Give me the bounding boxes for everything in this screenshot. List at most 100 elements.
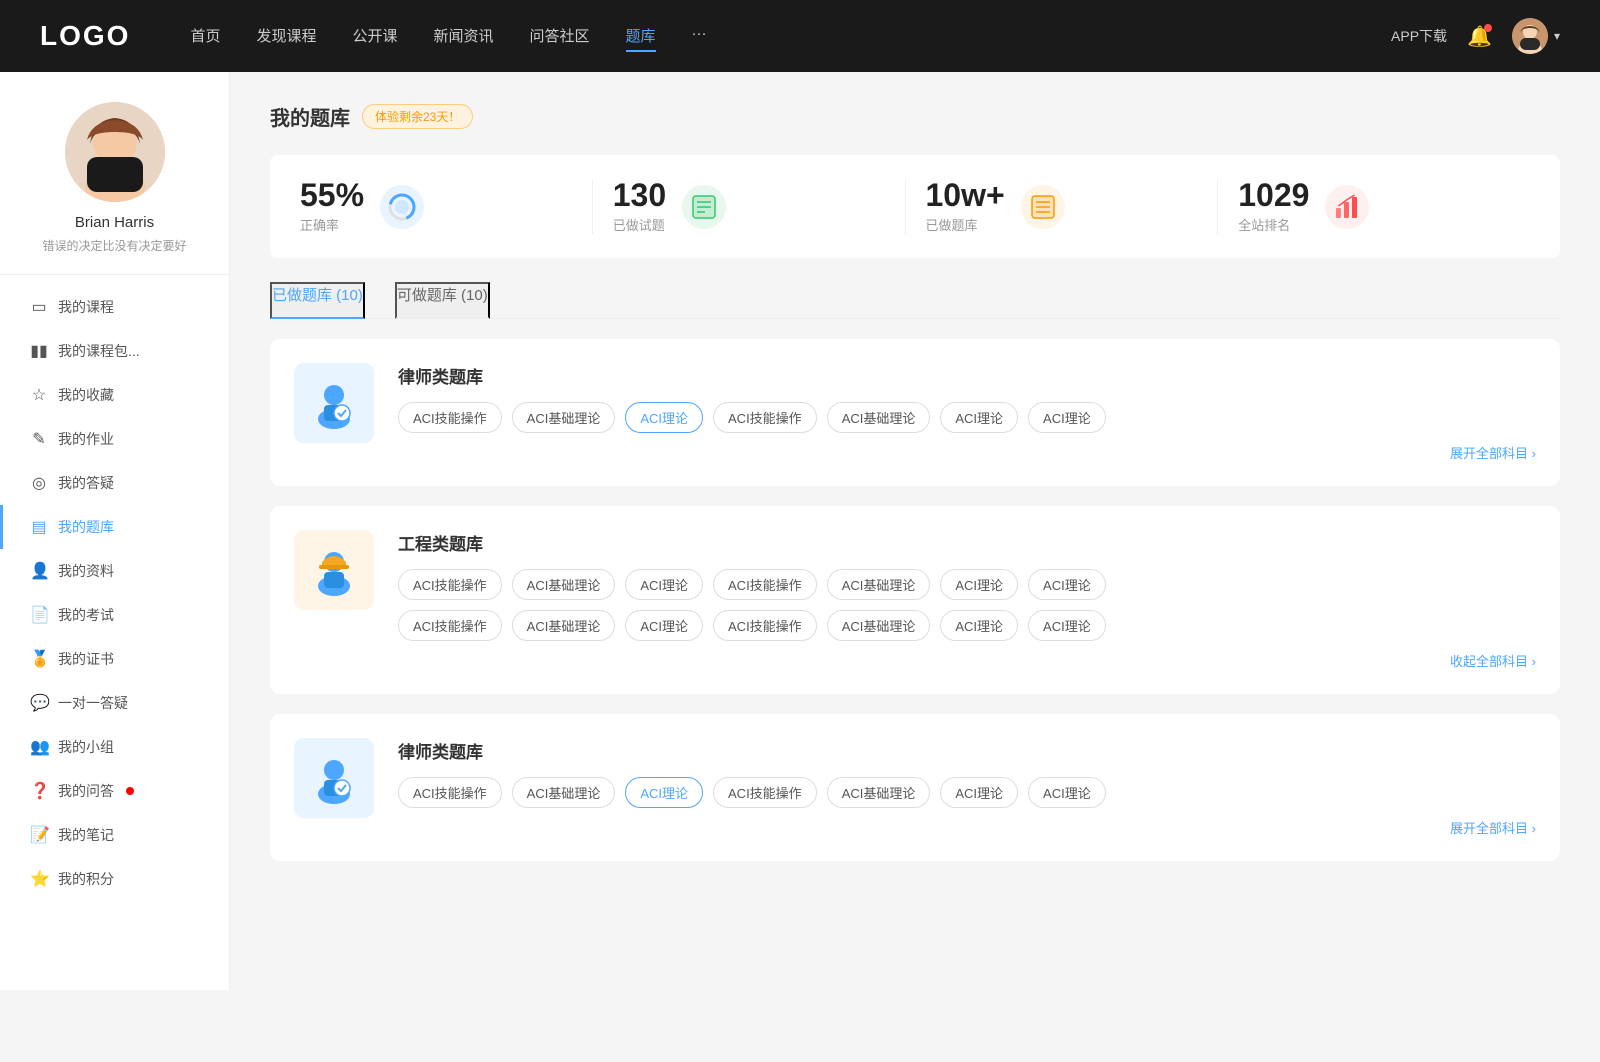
bank-icon-lawyer-2	[294, 738, 374, 818]
bank-icon: ▤	[30, 517, 48, 537]
sidebar-item-label: 我的作业	[58, 429, 114, 449]
tag-item-highlighted[interactable]: ACI理论	[625, 402, 703, 433]
bar-chart-icon: ▮▮	[30, 341, 48, 361]
sidebar-item-label: 我的资料	[58, 561, 114, 581]
nav-news[interactable]: 新闻资讯	[434, 21, 494, 52]
logo: LOGO	[40, 20, 130, 52]
tag-item[interactable]: ACI理论	[625, 610, 703, 641]
tag-item[interactable]: ACI理论	[940, 610, 1018, 641]
tag-item[interactable]: ACI技能操作	[713, 569, 817, 600]
expand-link-3[interactable]: 展开全部科目 ›	[398, 818, 1536, 837]
sidebar-item-label: 我的答疑	[58, 473, 114, 493]
tag-item[interactable]: ACI技能操作	[398, 569, 502, 600]
group-icon: 👥	[30, 737, 48, 757]
tag-item[interactable]: ACI理论	[940, 777, 1018, 808]
tag-item[interactable]: ACI基础理论	[512, 610, 616, 641]
bank-card-engineer: 工程类题库 ACI技能操作 ACI基础理论 ACI理论 ACI技能操作 ACI基…	[270, 506, 1560, 694]
notification-bell[interactable]: 🔔	[1467, 24, 1492, 49]
main-content: 我的题库 体验剩余23天！ 55% 正确率	[230, 72, 1600, 990]
lawyer-bank-body-2: 律师类题库 ACI技能操作 ACI基础理论 ACI理论 ACI技能操作 ACI基…	[398, 738, 1536, 837]
stat-done-questions: 130 已做试题	[593, 179, 906, 234]
accuracy-icon	[380, 185, 424, 229]
tag-item[interactable]: ACI理论	[1028, 610, 1106, 641]
tag-item[interactable]: ACI技能操作	[398, 402, 502, 433]
certificate-icon: 🏅	[30, 649, 48, 669]
nav-more[interactable]: ···	[692, 21, 707, 52]
tag-item[interactable]: ACI基础理论	[512, 569, 616, 600]
lawyer-tags-row: ACI技能操作 ACI基础理论 ACI理论 ACI技能操作 ACI基础理论 AC…	[398, 402, 1536, 433]
sidebar-item-points[interactable]: ⭐ 我的积分	[0, 857, 229, 901]
profile-avatar	[65, 102, 165, 202]
sidebar-item-group[interactable]: 👥 我的小组	[0, 725, 229, 769]
sidebar-item-label: 我的考试	[58, 605, 114, 625]
sidebar-item-homework[interactable]: ✎ 我的作业	[0, 417, 229, 461]
sidebar-item-label: 我的收藏	[58, 385, 114, 405]
stat-ranking-value: 1029	[1238, 179, 1309, 211]
tabs-row: 已做题库 (10) 可做题库 (10)	[270, 282, 1560, 319]
user-avatar-menu[interactable]: ▾	[1512, 18, 1560, 54]
tag-item[interactable]: ACI基础理论	[827, 402, 931, 433]
sidebar-item-question-bank[interactable]: ▤ 我的题库	[0, 505, 229, 549]
nav-discover[interactable]: 发现课程	[256, 21, 316, 52]
bank-icon-lawyer	[294, 363, 374, 443]
bank-card-lawyer-1: 律师类题库 ACI技能操作 ACI基础理论 ACI理论 ACI技能操作 ACI基…	[270, 339, 1560, 486]
question-icon: ❓	[30, 781, 48, 801]
expand-link-2[interactable]: 收起全部科目 ›	[398, 651, 1536, 670]
expand-link-1[interactable]: 展开全部科目 ›	[398, 443, 1536, 462]
sidebar-item-my-qa[interactable]: ❓ 我的问答	[0, 769, 229, 813]
tag-item[interactable]: ACI基础理论	[512, 777, 616, 808]
sidebar-item-course-pack[interactable]: ▮▮ 我的课程包...	[0, 329, 229, 373]
tag-item[interactable]: ACI技能操作	[398, 777, 502, 808]
profile-name: Brian Harris	[75, 214, 154, 231]
tag-item[interactable]: ACI技能操作	[713, 402, 817, 433]
tag-item[interactable]: ACI技能操作	[713, 777, 817, 808]
sidebar-item-notes[interactable]: 📝 我的笔记	[0, 813, 229, 857]
question-circle-icon: ◎	[30, 473, 48, 493]
nav-qa[interactable]: 问答社区	[530, 21, 590, 52]
chevron-down-icon: ▾	[1554, 29, 1560, 43]
tag-item[interactable]: ACI基础理论	[827, 569, 931, 600]
tag-item[interactable]: ACI理论	[1028, 402, 1106, 433]
nav-open-course[interactable]: 公开课	[352, 21, 397, 52]
page-header: 我的题库 体验剩余23天！	[270, 102, 1560, 131]
sidebar-item-label: 我的问答	[58, 781, 114, 801]
sidebar-item-favorites[interactable]: ☆ 我的收藏	[0, 373, 229, 417]
tab-done-banks[interactable]: 已做题库 (10)	[270, 282, 365, 319]
banks-icon	[1021, 185, 1065, 229]
sidebar-menu: ▭ 我的课程 ▮▮ 我的课程包... ☆ 我的收藏 ✎ 我的作业 ◎ 我的答疑 …	[0, 285, 229, 901]
tag-item[interactable]: ACI技能操作	[398, 610, 502, 641]
chat-icon: 💬	[30, 693, 48, 713]
sidebar-item-profile[interactable]: 👤 我的资料	[0, 549, 229, 593]
nav-home[interactable]: 首页	[190, 21, 220, 52]
tag-item[interactable]: ACI理论	[1028, 777, 1106, 808]
tag-item[interactable]: ACI基础理论	[827, 777, 931, 808]
page-wrap: Brian Harris 错误的决定比没有决定要好 ▭ 我的课程 ▮▮ 我的课程…	[0, 72, 1600, 990]
sidebar-item-one-on-one[interactable]: 💬 一对一答疑	[0, 681, 229, 725]
sidebar-item-qa[interactable]: ◎ 我的答疑	[0, 461, 229, 505]
stat-done-banks: 10w+ 已做题库	[906, 179, 1219, 234]
tag-item[interactable]: ACI理论	[1028, 569, 1106, 600]
app-download-link[interactable]: APP下载	[1391, 26, 1447, 46]
sidebar-item-certificate[interactable]: 🏅 我的证书	[0, 637, 229, 681]
stat-ranking: 1029 全站排名	[1218, 179, 1530, 234]
bank-card-lawyer-2: 律师类题库 ACI技能操作 ACI基础理论 ACI理论 ACI技能操作 ACI基…	[270, 714, 1560, 861]
sidebar-item-my-courses[interactable]: ▭ 我的课程	[0, 285, 229, 329]
stat-done-banks-label: 已做题库	[926, 215, 1005, 234]
sidebar-item-exam[interactable]: 📄 我的考试	[0, 593, 229, 637]
tag-item-highlighted[interactable]: ACI理论	[625, 777, 703, 808]
tag-item[interactable]: ACI理论	[940, 569, 1018, 600]
tab-available-banks[interactable]: 可做题库 (10)	[395, 282, 490, 319]
tag-item[interactable]: ACI基础理论	[827, 610, 931, 641]
tag-item[interactable]: ACI基础理论	[512, 402, 616, 433]
tag-item[interactable]: ACI理论	[625, 569, 703, 600]
course-icon: ▭	[30, 297, 48, 317]
nav-bank[interactable]: 题库	[626, 21, 656, 52]
stat-ranking-label: 全站排名	[1238, 215, 1309, 234]
nav-menu: 首页 发现课程 公开课 新闻资讯 问答社区 题库 ···	[190, 21, 1391, 52]
star-outline-icon: ☆	[30, 385, 48, 405]
sidebar-item-label: 我的小组	[58, 737, 114, 757]
tag-item[interactable]: ACI理论	[940, 402, 1018, 433]
sidebar-item-label: 我的课程包...	[58, 341, 140, 361]
tag-item[interactable]: ACI技能操作	[713, 610, 817, 641]
stat-done-banks-value: 10w+	[926, 179, 1005, 211]
